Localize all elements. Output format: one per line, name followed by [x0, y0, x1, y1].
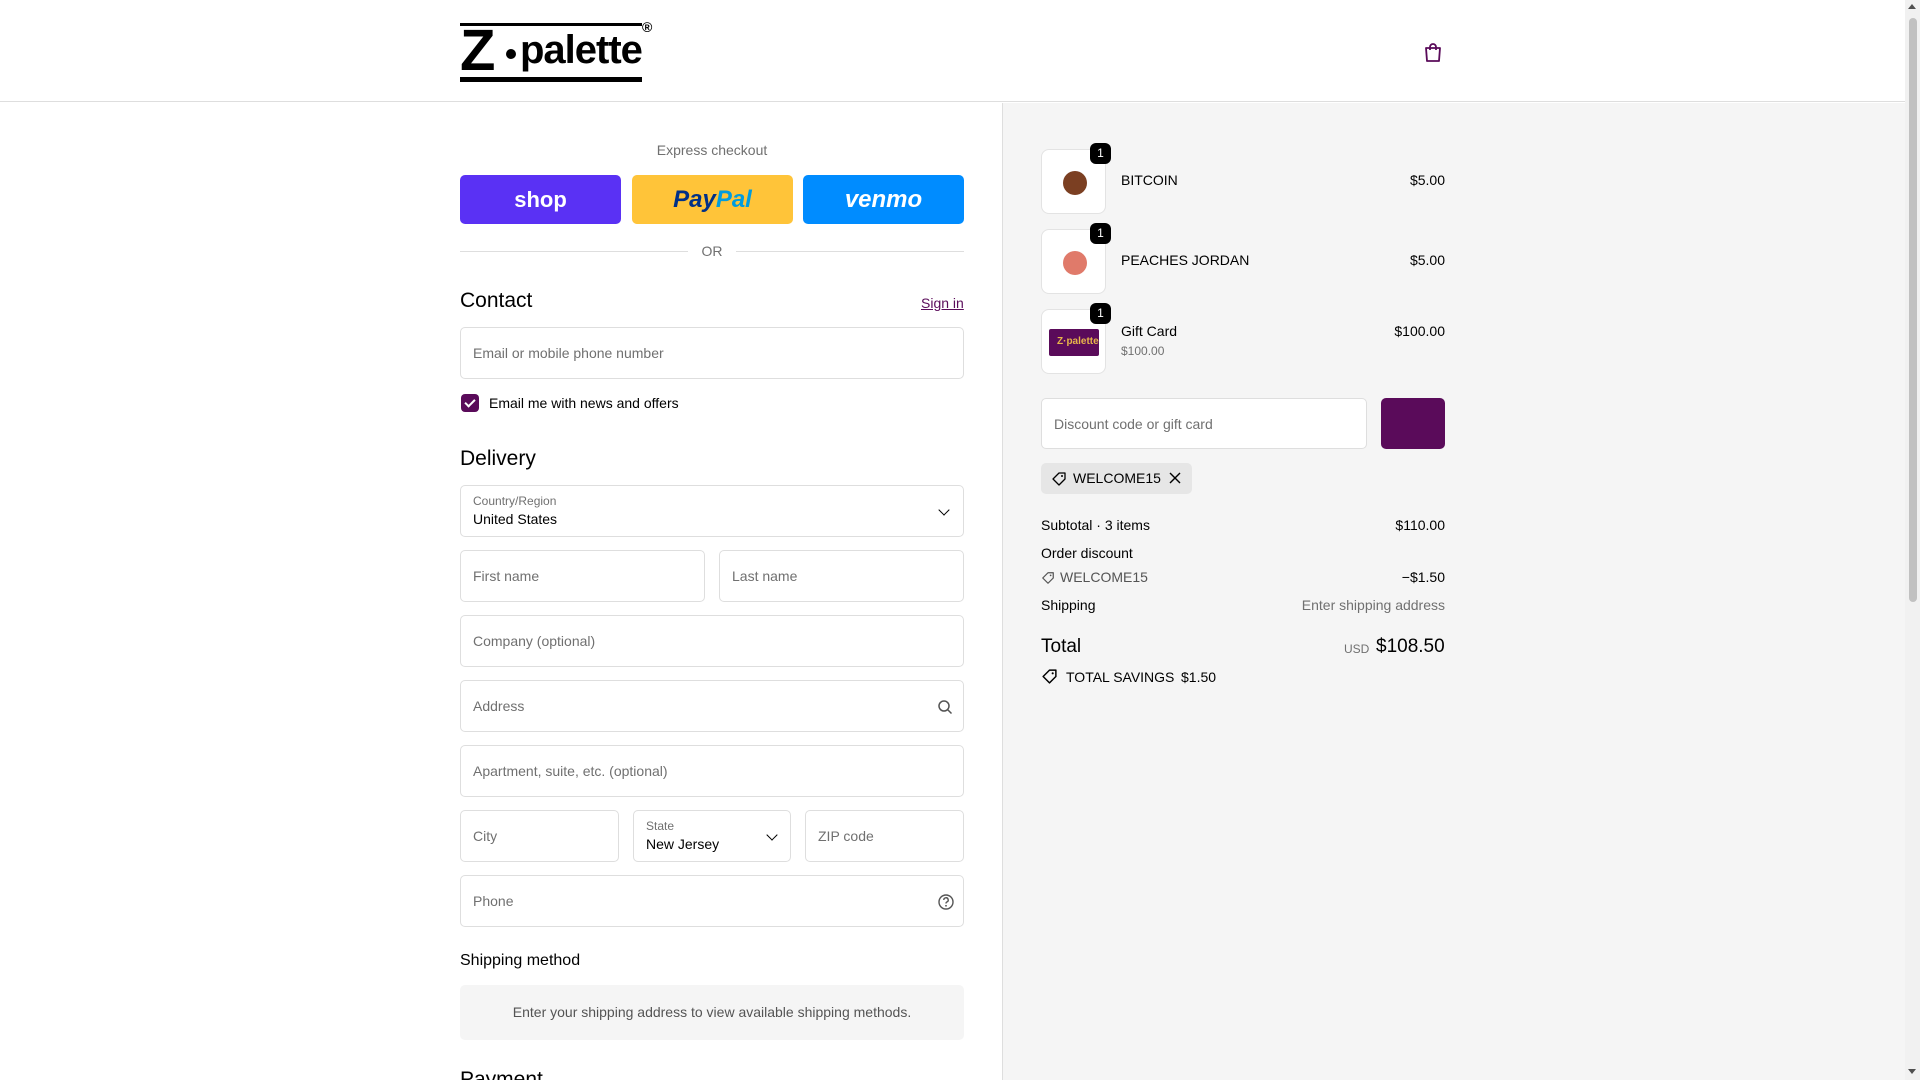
- company-placeholder: Company (optional): [473, 633, 596, 649]
- chevron-down-icon: [938, 504, 950, 516]
- express-checkout-title: Express checkout: [656, 142, 768, 158]
- shop-pay-button[interactable]: shop: [460, 175, 621, 224]
- newsletter-checkbox[interactable]: [461, 394, 479, 412]
- first-name-field[interactable]: First name: [460, 550, 705, 602]
- total-savings-value: $1.50: [1181, 669, 1217, 685]
- close-icon[interactable]: [1169, 472, 1181, 484]
- tag-icon: [1042, 669, 1057, 684]
- total-value: $108.50: [1376, 636, 1445, 657]
- help-circle-icon[interactable]: [937, 893, 955, 911]
- payment-title: Payment: [460, 1068, 543, 1080]
- order-summary-panel: [1002, 103, 1905, 1080]
- state-value: New Jersey: [646, 836, 720, 852]
- phone-field[interactable]: Phone: [460, 875, 964, 927]
- order-discount-label: Order discount: [1041, 545, 1133, 561]
- shopping-bag-icon[interactable]: [1421, 40, 1445, 64]
- shipping-method-title: Shipping method: [460, 952, 581, 969]
- scroll-down-arrow-icon[interactable]: [1908, 1069, 1916, 1074]
- item-price: $100.00: [1394, 323, 1445, 339]
- shipping-method-message: Enter your shipping address to view avai…: [460, 985, 964, 1040]
- gift-card-image: Z·palette: [1049, 329, 1099, 356]
- search-icon: [938, 700, 953, 715]
- venmo-label: venmo: [844, 185, 923, 213]
- product-swatch: [1063, 251, 1087, 275]
- chevron-down-icon: [766, 829, 778, 841]
- order-discount-row: Order discount: [1041, 545, 1445, 561]
- paypal-label-part1: Pay: [673, 185, 716, 213]
- country-select[interactable]: Country/Region United States: [460, 485, 964, 537]
- tag-icon: [1042, 572, 1054, 584]
- logo-underline: [460, 77, 642, 82]
- logo-letter: Z: [460, 18, 495, 83]
- item-price: $5.00: [1409, 252, 1445, 268]
- total-savings-label: TOTAL SAVINGS: [1066, 669, 1175, 685]
- email-field[interactable]: Email or mobile phone number: [460, 327, 964, 379]
- sign-in-link[interactable]: Sign in: [921, 295, 964, 311]
- newsletter-label: Email me with news and offers: [489, 395, 679, 411]
- paypal-label: PayPal: [673, 186, 752, 214]
- header: Z palette ®: [0, 0, 1905, 102]
- subtotal-label: Subtotal · 3 items: [1041, 517, 1150, 533]
- item-subprice: $100.00: [1121, 344, 1165, 358]
- contact-title: Contact: [460, 289, 533, 312]
- country-value: United States: [473, 511, 558, 527]
- scroll-up-arrow-icon[interactable]: [1908, 4, 1916, 9]
- item-name: Gift Card: [1121, 323, 1178, 339]
- company-field[interactable]: Company (optional): [460, 615, 964, 667]
- last-name-field[interactable]: Last name: [719, 550, 964, 602]
- address-field[interactable]: Address: [460, 680, 964, 732]
- scrollbar-thumb[interactable]: [1909, 18, 1917, 602]
- quantity-badge: 1: [1090, 303, 1111, 324]
- applied-code: WELCOME15: [1073, 470, 1161, 486]
- subtotal-value: $110.00: [1395, 517, 1445, 533]
- city-placeholder: City: [473, 828, 498, 844]
- brand-logo[interactable]: Z palette ®: [460, 19, 658, 83]
- discount-value: −$1.50: [1401, 569, 1445, 585]
- paypal-label-part2: Pal: [715, 185, 752, 213]
- country-label: Country/Region: [473, 494, 557, 508]
- zip-placeholder: ZIP code: [818, 828, 874, 844]
- email-placeholder: Email or mobile phone number: [473, 345, 664, 361]
- venmo-button[interactable]: venmo: [803, 175, 964, 224]
- state-select[interactable]: State New Jersey: [633, 810, 791, 862]
- shipping-row: Shipping Enter shipping address: [1041, 597, 1445, 613]
- city-field[interactable]: City: [460, 810, 619, 862]
- phone-placeholder: Phone: [473, 893, 514, 909]
- state-label: State: [646, 819, 675, 833]
- applied-discount-chip: WELCOME15: [1041, 463, 1192, 494]
- address-placeholder: Address: [473, 698, 525, 714]
- divider-left: [460, 251, 688, 252]
- total-currency: USD: [1344, 642, 1370, 656]
- logo-wordmark: palette: [520, 28, 643, 72]
- or-divider-text: OR: [701, 243, 723, 259]
- divider-right: [736, 251, 964, 252]
- tag-icon: [1052, 472, 1066, 486]
- logo-dot: [506, 49, 516, 59]
- quantity-badge: 1: [1090, 223, 1111, 244]
- shipping-label: Shipping: [1041, 597, 1096, 613]
- discount-code-field[interactable]: Discount code or gift card: [1041, 398, 1367, 449]
- shipping-value: Enter shipping address: [1301, 597, 1445, 613]
- shop-pay-label: shop: [514, 186, 567, 212]
- apartment-placeholder: Apartment, suite, etc. (optional): [473, 763, 668, 779]
- apply-discount-button[interactable]: [1381, 398, 1445, 449]
- discount-placeholder: Discount code or gift card: [1054, 416, 1213, 432]
- logo-registered-mark: ®: [642, 19, 653, 35]
- apartment-field[interactable]: Apartment, suite, etc. (optional): [460, 745, 964, 797]
- discount-code-name: WELCOME15: [1060, 569, 1148, 585]
- product-swatch: [1063, 171, 1087, 195]
- last-name-placeholder: Last name: [732, 568, 798, 584]
- page-scrollbar[interactable]: [1905, 0, 1920, 1080]
- item-name: BITCOIN: [1121, 172, 1178, 188]
- first-name-placeholder: First name: [473, 568, 540, 584]
- item-name: PEACHES JORDAN: [1121, 252, 1250, 268]
- zip-field[interactable]: ZIP code: [805, 810, 964, 862]
- quantity-badge: 1: [1090, 143, 1111, 164]
- gift-card-text: Z·palette: [1057, 336, 1099, 347]
- subtotal-row: Subtotal · 3 items $110.00: [1041, 517, 1445, 533]
- item-price: $5.00: [1409, 172, 1445, 188]
- paypal-button[interactable]: PayPal: [632, 175, 793, 224]
- delivery-title: Delivery: [460, 447, 536, 470]
- total-label: Total: [1041, 636, 1082, 657]
